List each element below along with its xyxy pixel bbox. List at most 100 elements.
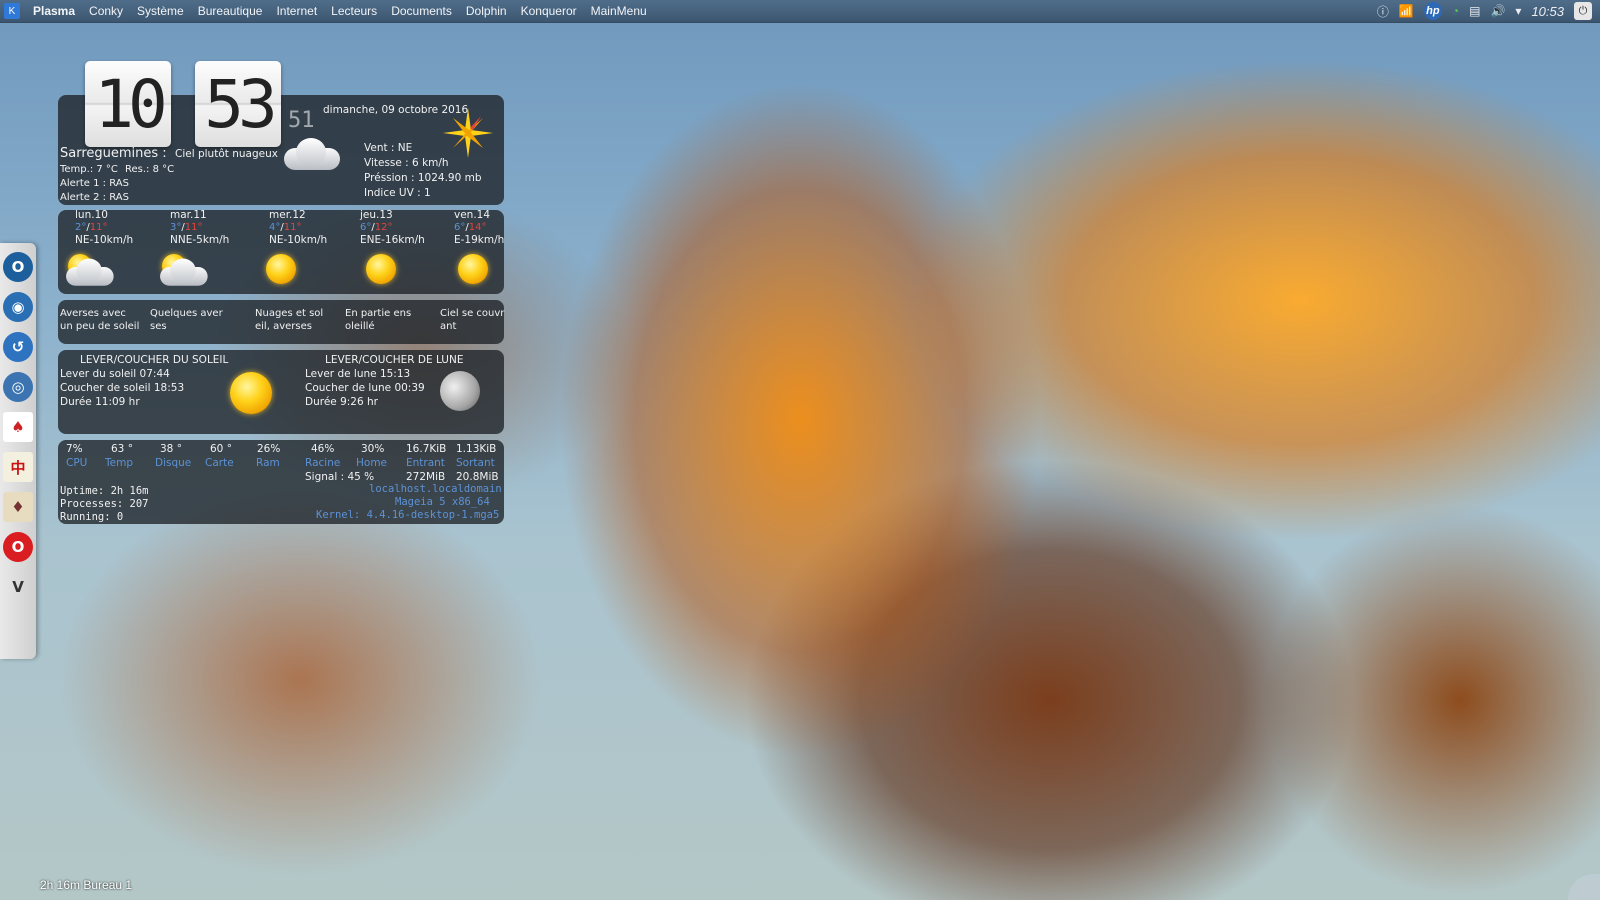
compass-icon [443, 108, 493, 158]
stat-home-label: Home [356, 457, 388, 469]
forecast-wind: NE-10km/h [75, 234, 134, 246]
stat-card-value: 60 ° [210, 443, 232, 455]
forecast-max: 11° [283, 222, 302, 233]
menu-dolphin[interactable]: Dolphin [459, 4, 514, 18]
stat-ram-label: Ram [256, 457, 280, 469]
menu-mainmenu[interactable]: MainMenu [584, 4, 654, 18]
forecast-desc-3: Nuages et sol eil, averses [255, 308, 324, 332]
forecast-min: 2° [75, 222, 87, 233]
kernel-version: Kernel: 4.4.16-desktop-1.mga5 [316, 509, 500, 521]
sun-cloud-icon [61, 258, 117, 288]
clock-minutes: 53 [195, 61, 281, 147]
forecast-min: 6° [454, 222, 466, 233]
info-icon[interactable]: ⓘ [1377, 3, 1389, 20]
forecast-wind: ENE-16km/h [360, 234, 425, 246]
stat-root-value: 46% [311, 443, 335, 455]
weather-wind: Vent : NE [364, 142, 413, 154]
weather-uv: Indice UV : 1 [364, 187, 431, 199]
weather-alert-1: Alerte 1 : RAS [60, 178, 129, 189]
stat-out-value: 1.13KiB [456, 443, 497, 455]
forecast-wind: E-19km/h [454, 234, 505, 246]
stat-temp-label: Temp [105, 457, 133, 469]
moon-icon [440, 371, 480, 411]
hp-icon[interactable]: hp [1423, 2, 1442, 20]
kde-menu-icon[interactable]: K [4, 3, 20, 19]
forecast-day: ven.14 [454, 209, 491, 221]
uptime: Uptime: 2h 16m [60, 485, 149, 497]
menu-systeme[interactable]: Système [130, 4, 191, 18]
network-icon[interactable]: 📶 [1399, 4, 1414, 18]
os-name: Mageia 5 x86_64 [395, 496, 490, 508]
stat-root-label: Racine [305, 457, 341, 469]
menu-konqueror[interactable]: Konqueror [514, 4, 584, 18]
forecast-min: 6° [360, 222, 372, 233]
logout-icon[interactable]: ⏻ [1574, 2, 1592, 20]
system-tray: ⓘ 📶 hp ◔ ▤ 🔊 ▾ 10:53 ⏻ [1377, 2, 1600, 20]
weather-speed: Vitesse : 6 km/h [364, 157, 449, 169]
forecast-wind: NNE-5km/h [170, 234, 230, 246]
vivaldi-icon[interactable]: V [3, 572, 33, 602]
stat-disk-value: 38 ° [160, 443, 182, 455]
weather-condition: Ciel plutôt nuageux [175, 148, 278, 160]
menu-bureautique[interactable]: Bureautique [191, 4, 270, 18]
sunrise: Lever du soleil 07:44 [60, 368, 170, 380]
stat-cpu-label: CPU [66, 457, 88, 469]
sun-icon [366, 254, 396, 284]
weather-city: Sarreguemines : [60, 146, 167, 161]
clipboard-icon[interactable]: ▤ [1469, 4, 1480, 18]
processes: Processes: 207 [60, 498, 149, 510]
stat-home-value: 30% [361, 443, 385, 455]
stat-disk-label: Disque [155, 457, 192, 469]
forecast-day: mer.12 [269, 209, 306, 221]
refresh-icon[interactable]: ↺ [3, 332, 33, 362]
wifi-icon[interactable]: ◔ [1452, 4, 1459, 18]
opera-neon-icon[interactable]: O [3, 252, 33, 282]
weather-res: Res.: 8 °C [125, 164, 175, 175]
stat-in-label: Entrant [406, 457, 445, 469]
running: Running: 0 [60, 511, 124, 523]
weather-temp: Temp.: 7 °C [60, 164, 118, 175]
sun-title: LEVER/COUCHER DU SOLEIL [80, 354, 229, 366]
menu-lecteurs[interactable]: Lecteurs [324, 4, 384, 18]
forecast-desc-4: En partie ens oleillé [345, 308, 412, 332]
arrow-down-icon[interactable]: ▾ [1515, 4, 1521, 18]
sunset: Coucher de soleil 18:53 [60, 382, 185, 394]
menu-conky[interactable]: Conky [82, 4, 130, 18]
stat-ram-value: 26% [257, 443, 281, 455]
stat-cpu-value: 7% [66, 443, 83, 455]
forecast-desc-1: Averses avec un peu de soleil [60, 308, 140, 332]
wifi-signal: Signal : 45 % [305, 471, 375, 483]
opera-icon[interactable]: O [3, 532, 33, 562]
moonrise: Lever de lune 15:13 [305, 368, 411, 380]
moon-title: LEVER/COUCHER DE LUNE [325, 354, 464, 366]
weather-pressure: Préssion : 1024.90 mb [364, 172, 482, 184]
chrome-icon[interactable]: ◎ [3, 372, 33, 402]
mahjong-icon[interactable]: 中 [3, 452, 33, 482]
corner-toolbox-icon[interactable] [1568, 874, 1600, 900]
weather-alert-2: Alerte 2 : RAS [60, 192, 129, 203]
menu-internet[interactable]: Internet [269, 4, 324, 18]
sun-icon [266, 254, 296, 284]
menu-documents[interactable]: Documents [384, 4, 459, 18]
volume-icon[interactable]: 🔊 [1490, 4, 1505, 18]
hostname: localhost.localdomain [369, 483, 502, 495]
forecast-wind: NE-10km/h [269, 234, 328, 246]
net-in-total: 272MiB [406, 471, 446, 483]
firefox-icon[interactable]: ◉ [3, 292, 33, 322]
desktop-status: 2h 16m Bureau 1 [40, 878, 133, 892]
moon-duration: Durée 9:26 hr [305, 396, 378, 408]
sun-icon [230, 372, 272, 414]
cloud-icon [278, 138, 344, 172]
moonset: Coucher de lune 00:39 [305, 382, 425, 394]
cards-icon[interactable]: ♠ [3, 412, 33, 442]
clock-hours: 10 [85, 61, 171, 147]
sun-cloud-icon [155, 258, 211, 288]
forecast-max: 14° [468, 222, 487, 233]
tray-clock[interactable]: 10:53 [1531, 4, 1564, 19]
solitaire-icon[interactable]: ♦ [3, 492, 33, 522]
menu-plasma[interactable]: Plasma [26, 4, 82, 18]
forecast-desc-5: Ciel se couvr ant [440, 308, 505, 332]
forecast-min: 3° [170, 222, 182, 233]
stat-temp-value: 63 ° [111, 443, 133, 455]
stat-card-label: Carte [205, 457, 234, 469]
